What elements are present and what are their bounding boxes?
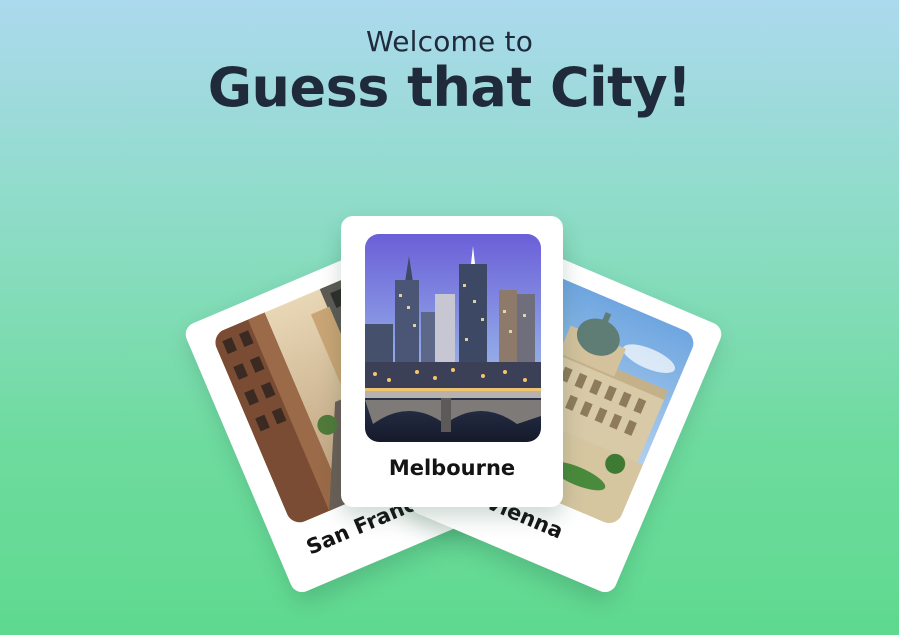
city-name-label: Melbourne: [388, 456, 516, 480]
melbourne-photo: [365, 234, 541, 442]
city-card-melbourne[interactable]: Melbourne: [341, 216, 563, 507]
game-title: Guess that City!: [207, 56, 692, 119]
welcome-text: Welcome to: [365, 25, 534, 58]
welcome-header: Welcome to Guess that City!: [0, 24, 899, 120]
